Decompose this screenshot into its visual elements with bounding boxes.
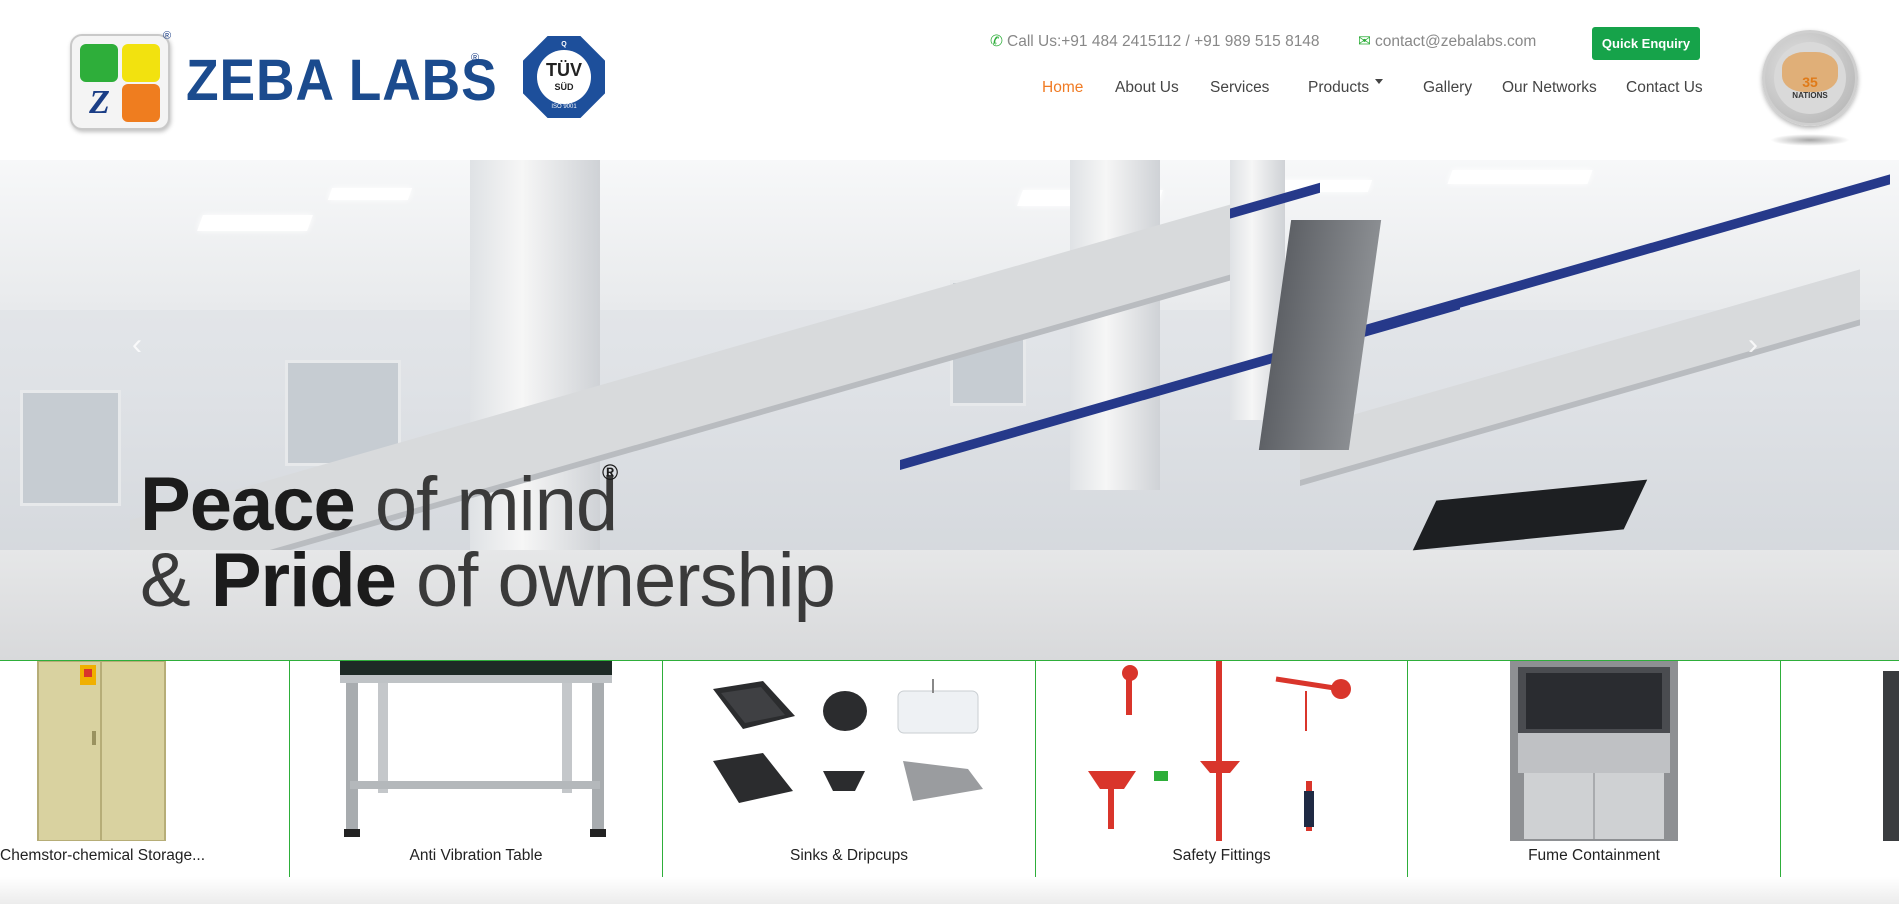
product-label: Fume Containment	[1528, 847, 1660, 864]
tagline-of-mind: of mind	[354, 462, 618, 547]
hero-slider: ‹ › Peace of mind ® & Pride of ownership	[0, 160, 1899, 660]
nations-label: NATIONS	[1792, 91, 1828, 100]
quick-enquiry-button[interactable]: Quick Enquiry	[1592, 27, 1700, 60]
tagline-peace: Peace	[140, 462, 356, 547]
tagline-registered-mark: ®	[602, 460, 619, 485]
product-card[interactable]	[1781, 661, 1899, 877]
product-card[interactable]: Chemstor-chemical Storage...	[0, 661, 290, 877]
phone-icon: ✆	[990, 33, 1003, 50]
cabinet-image	[37, 661, 166, 841]
envelope-icon: ✉	[1358, 33, 1371, 50]
nav-services[interactable]: Services	[1210, 79, 1269, 97]
tagline-ampersand: &	[140, 538, 191, 623]
logo-icon[interactable]: Z	[70, 34, 170, 130]
nav-about-us[interactable]: About Us	[1115, 79, 1179, 97]
chevron-left-icon[interactable]: ‹	[132, 328, 142, 362]
nations-badge: 35 NATIONS	[1762, 30, 1858, 126]
product-label: Sinks & Dripcups	[789, 847, 908, 864]
product-card[interactable]: Sinks & Dripcups	[663, 661, 1036, 877]
product-card[interactable]: Fume Containment	[1408, 661, 1781, 877]
tagline-of-ownership: of ownership	[395, 538, 836, 623]
email-text: contact@zebalabs.com	[1375, 33, 1537, 50]
nav-our-networks[interactable]: Our Networks	[1502, 79, 1597, 97]
chevron-right-icon[interactable]: ›	[1748, 328, 1758, 362]
product-label: Safety Fittings	[1172, 847, 1271, 864]
registered-mark: ®	[163, 30, 172, 42]
nav-contact-us[interactable]: Contact Us	[1626, 79, 1703, 97]
product-label: Chemstor-chemical Storage...	[0, 847, 206, 864]
footer-band	[0, 877, 1899, 904]
email-link[interactable]: ✉ contact@zebalabs.com	[1358, 32, 1536, 51]
sinks-image	[713, 679, 983, 803]
nations-count: 35	[1802, 74, 1818, 90]
nav-products-label: Products	[1308, 79, 1370, 96]
nav-products[interactable]: Products	[1308, 79, 1384, 97]
product-card[interactable]: Safety Fittings	[1036, 661, 1408, 877]
registered-mark: ®	[471, 52, 480, 64]
brand-name[interactable]: ZEBA LABS	[186, 46, 498, 116]
nav-gallery[interactable]: Gallery	[1423, 79, 1472, 97]
safety-fittings-image	[1088, 661, 1351, 841]
tuv-certification-icon: Q TÜV SÜD ISO 9001	[523, 36, 605, 118]
site-header: Z ® ZEBA LABS ® Q TÜV SÜD ISO 9001 ✆ Call…	[0, 0, 1899, 160]
phone-link[interactable]: ✆ Call Us:+91 484 2415112 / +91 989 515 8…	[990, 32, 1320, 51]
tagline-pride: Pride	[210, 538, 397, 623]
caret-down-icon	[1375, 79, 1384, 84]
product-carousel: Chemstor-chemical Storage... Anti Vibrat…	[0, 660, 1899, 878]
table-image	[340, 661, 612, 837]
product-label: Anti Vibration Table	[409, 847, 543, 864]
cabinet-image	[1883, 671, 1899, 841]
phone-text: Call Us:+91 484 2415112 / +91 989 515 81…	[1007, 33, 1320, 50]
fume-hood-image	[1510, 661, 1678, 841]
product-card[interactable]: Anti Vibration Table	[290, 661, 663, 877]
nav-home[interactable]: Home	[1042, 79, 1083, 97]
